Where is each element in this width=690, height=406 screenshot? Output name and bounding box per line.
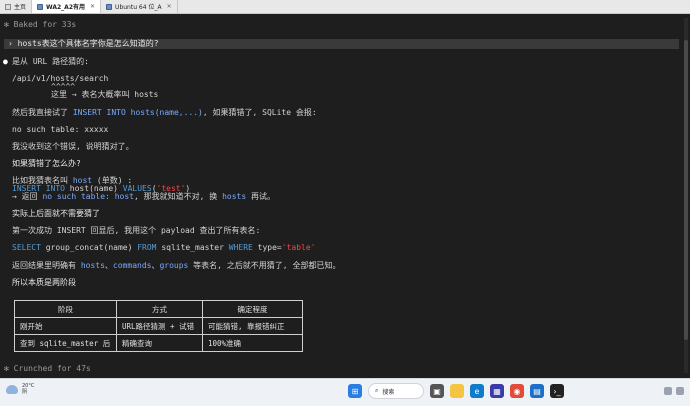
tab-home[interactable]: 主页 bbox=[0, 0, 33, 13]
answer-intro: 是从 URL 路径猜的: bbox=[12, 57, 89, 66]
first-insert-note: 第一次成功 INSERT 回显后, 我用这个 payload 查出了所有表名: bbox=[12, 226, 261, 235]
scrollbar-thumb[interactable] bbox=[684, 40, 688, 340]
status-crunched: ✻ Crunched for 47s bbox=[4, 364, 91, 373]
start-button[interactable]: ⊞ bbox=[348, 384, 362, 398]
tray-icon[interactable] bbox=[676, 387, 684, 395]
error-message: no such table: xxxxx bbox=[12, 125, 109, 134]
vmware-icon[interactable]: ▤ bbox=[530, 384, 544, 398]
taskbar: 20°C 阴 ⊞ ⌕ 搜索 ▣ e ▦ ◉ ▤ ›_ bbox=[0, 378, 690, 406]
search-icon: ⌕ bbox=[375, 387, 379, 394]
if-wrong-heading: 如果猜错了怎么办? bbox=[12, 159, 81, 168]
status-baked: ✻ Baked for 33s bbox=[4, 20, 77, 29]
cloud-icon bbox=[6, 384, 18, 394]
weather-widget[interactable]: 20°C 阴 bbox=[6, 383, 34, 395]
sql-select: SELECT group_concat(name) FROM sqlite_ma… bbox=[12, 243, 316, 252]
table-cell: 刚开始 bbox=[14, 317, 117, 335]
table-cell: 精确查询 bbox=[116, 334, 203, 352]
table-header: 方式 bbox=[116, 300, 203, 318]
home-icon bbox=[5, 3, 11, 10]
close-icon[interactable]: ✕ bbox=[90, 3, 95, 10]
vm-icon bbox=[37, 3, 44, 10]
table-cell: 查到 sqlite_master 后 bbox=[14, 334, 117, 352]
table-row: 查到 sqlite_master 后 精确查询 100%准确 bbox=[14, 334, 303, 352]
tab-ubuntu[interactable]: Ubuntu 64 位_A ✕ bbox=[101, 0, 178, 13]
file-explorer-icon[interactable] bbox=[450, 384, 464, 398]
tray-icon[interactable] bbox=[664, 387, 672, 395]
taskbar-search[interactable]: ⌕ 搜索 bbox=[368, 383, 424, 399]
table-cell: URL路径猜测 + 试错 bbox=[116, 317, 203, 335]
system-tray[interactable] bbox=[664, 387, 684, 395]
terminal-area[interactable]: ✻ Baked for 33s › hosts表这个具体名字你是怎么知道的? ●… bbox=[0, 15, 690, 377]
user-prompt: › hosts表这个具体名字你是怎么知道的? bbox=[8, 39, 159, 48]
actual-heading: 实际上后面就不需要猜了 bbox=[12, 209, 100, 218]
tab-label: WA2_A2有用 bbox=[46, 4, 86, 11]
answer-bullet-icon: ● bbox=[3, 57, 8, 66]
tab-label: 主页 bbox=[14, 4, 27, 11]
return-line: → 返回 no such table: host, 那我就知道不对, 换 hos… bbox=[12, 192, 275, 201]
table-header: 确定程度 bbox=[202, 300, 303, 318]
result-line: 返回结果里明确有 hosts、commands、groups 等表名, 之后就不… bbox=[12, 261, 341, 270]
edge-browser-icon[interactable]: e bbox=[470, 384, 484, 398]
close-icon[interactable]: ✕ bbox=[167, 3, 172, 10]
tab-wa2[interactable]: WA2_A2有用 ✕ bbox=[32, 0, 102, 13]
no-error-note: 我没收到这个错误, 说明猜对了。 bbox=[12, 142, 134, 151]
table-row: 刚开始 URL路径猜测 + 试错 可能猜错, 靠报错纠正 bbox=[14, 317, 303, 335]
table-cell: 可能猜错, 靠报错纠正 bbox=[202, 317, 303, 335]
table-header: 阶段 bbox=[14, 300, 117, 318]
insert-try-line: 然后我直接试了 INSERT INTO hosts(name,...), 如果猜… bbox=[12, 108, 317, 117]
two-stage-heading: 所以本质是两阶段 bbox=[12, 278, 76, 287]
vm-icon bbox=[106, 3, 113, 10]
tab-label: Ubuntu 64 位_A bbox=[115, 4, 162, 11]
tab-bar: 主页 WA2_A2有用 ✕ Ubuntu 64 位_A ✕ bbox=[0, 0, 690, 14]
store-icon[interactable]: ▦ bbox=[490, 384, 504, 398]
search-placeholder: 搜索 bbox=[382, 388, 395, 396]
table-header-row: 阶段 方式 确定程度 bbox=[14, 300, 303, 318]
stages-table: 阶段 方式 确定程度 刚开始 URL路径猜测 + 试错 可能猜错, 靠报错纠正 … bbox=[14, 300, 303, 352]
app-icon[interactable]: ◉ bbox=[510, 384, 524, 398]
url-note: 这里 → 表名大概率叫 hosts bbox=[51, 90, 159, 99]
terminal-icon[interactable]: ›_ bbox=[550, 384, 564, 398]
taskbar-apps: ⊞ ⌕ 搜索 ▣ e ▦ ◉ ▤ ›_ bbox=[348, 383, 564, 399]
task-view-icon[interactable]: ▣ bbox=[430, 384, 444, 398]
weather-description: 阴 bbox=[22, 389, 28, 395]
table-cell: 100%准确 bbox=[202, 334, 303, 352]
